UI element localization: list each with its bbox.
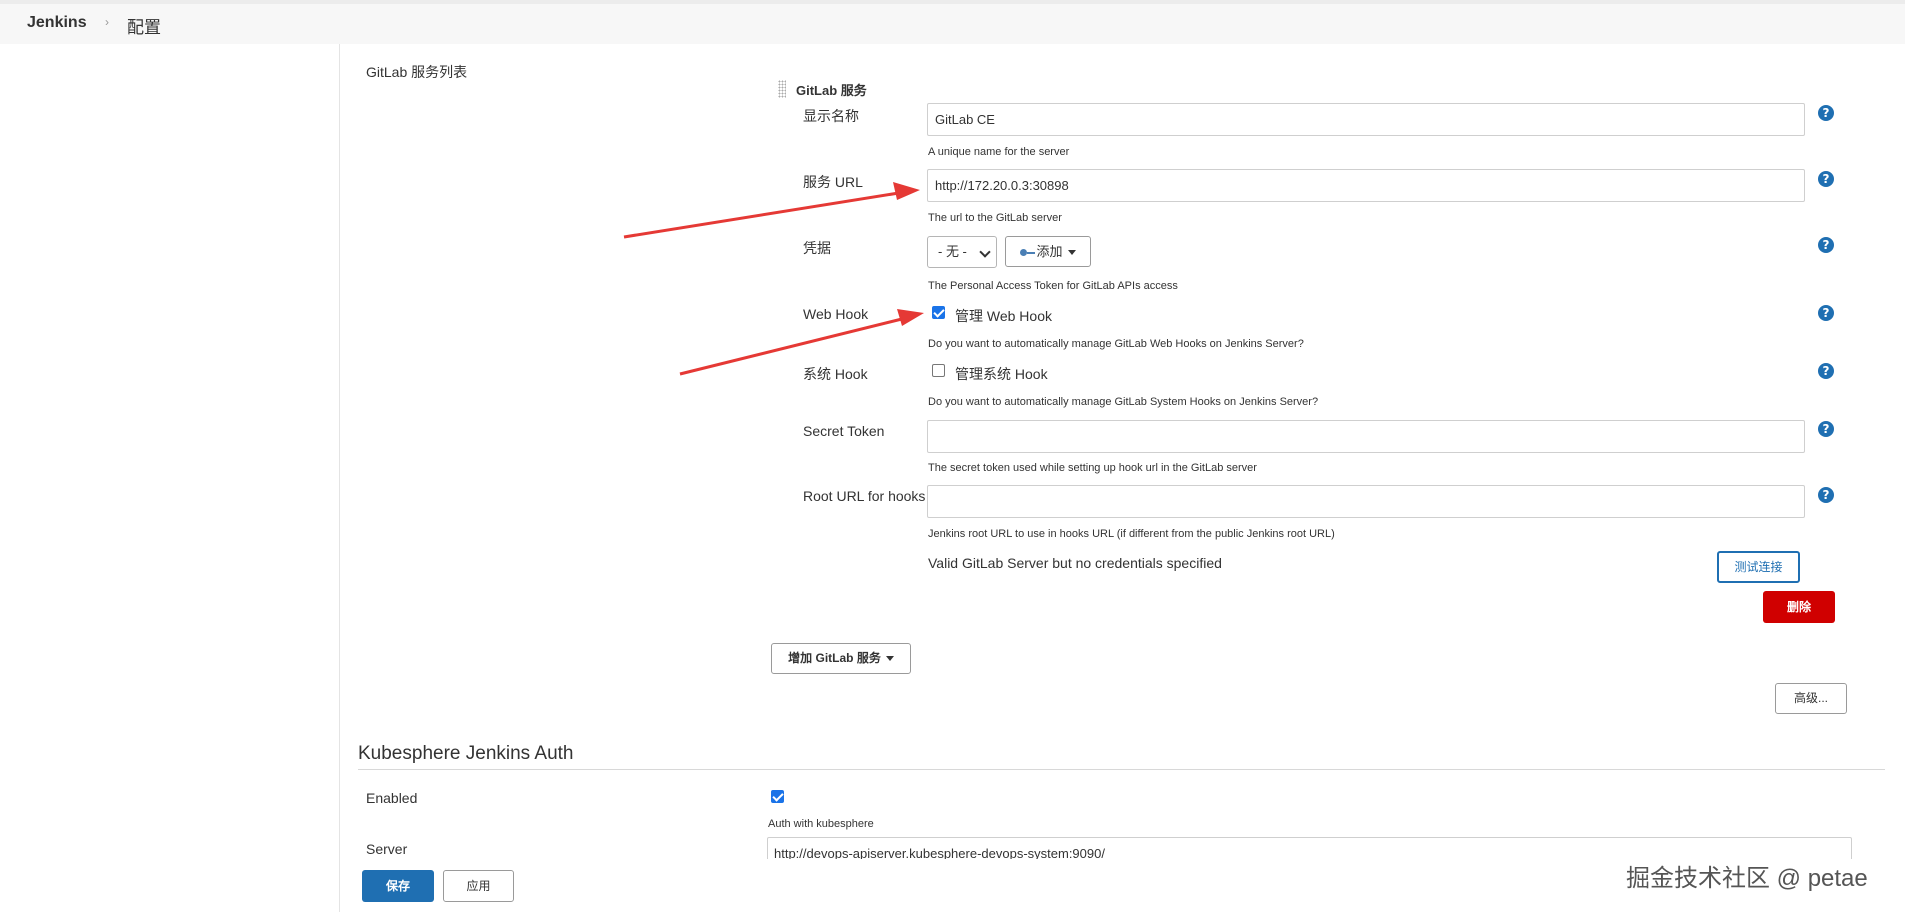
arrow-to-service-url [623, 182, 920, 239]
arrow-to-web-hook [679, 309, 924, 376]
annotation-arrows [623, 182, 924, 376]
